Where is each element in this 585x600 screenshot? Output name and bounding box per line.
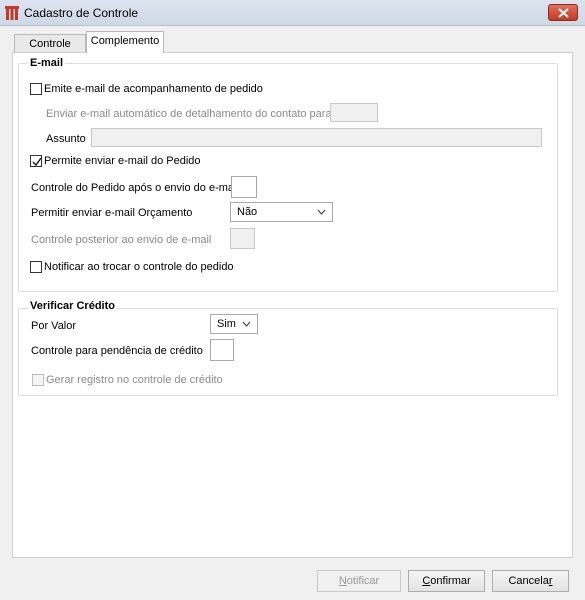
confirmar-button-rest: onfirmar [430,575,471,587]
email-group-legend: E-mail [28,57,66,69]
chevron-down-icon [317,209,326,215]
enviar-auto-field[interactable] [330,103,378,122]
title-bar: Cadastro de Controle [0,0,585,26]
por-valor-select[interactable]: Sim [210,314,258,334]
gerar-registro-checkbox[interactable] [32,374,44,386]
controle-posterior-label: Controle posterior ao envio de e-mail [31,234,212,246]
close-button[interactable] [548,4,578,21]
notificar-button[interactable]: Notificar [317,570,401,592]
tab-controle[interactable]: Controle [14,34,86,53]
credito-group-legend: Verificar Crédito [28,300,117,312]
assunto-field[interactable] [91,128,542,147]
notificar-label: Notificar ao trocar o controle do pedido [44,261,234,273]
por-valor-label: Por Valor [31,320,77,332]
app-icon [5,6,19,20]
cancelar-button-key: r [548,575,553,587]
emite-email-checkbox[interactable] [30,83,42,95]
controle-apos-field[interactable] [231,176,257,198]
permite-email-checkbox[interactable] [30,155,42,167]
permitir-orcamento-select[interactable]: Não [230,202,333,222]
permitir-orcamento-value: Não [237,206,258,218]
controle-apos-label: Controle do Pedido após o envio do e-mai… [31,182,239,194]
cancelar-button[interactable]: Cancelar [492,570,569,592]
checkmark-icon [32,157,42,167]
confirmar-button[interactable]: Confirmar [408,570,485,592]
close-icon [558,8,569,18]
permite-email-label: Permite enviar e-mail do Pedido [44,155,201,167]
por-valor-value: Sim [217,318,236,330]
notificar-button-key: N [338,575,347,587]
permitir-orcamento-label: Permitir enviar e-mail Orçamento [31,207,193,219]
gerar-registro-label: Gerar registro no controle de crédito [46,374,223,386]
controle-posterior-field[interactable] [230,228,255,249]
enviar-auto-label: Enviar e-mail automático de detalhamento… [46,108,332,120]
email-group [18,63,558,292]
assunto-label: Assunto [46,133,86,145]
notificar-button-rest: otificar [346,575,380,587]
controle-pendencia-field[interactable] [210,339,234,361]
window-title: Cadastro de Controle [24,6,139,20]
controle-pendencia-label: Controle para pendência de crédito [31,345,203,357]
tab-complemento[interactable]: Complemento [86,31,164,53]
chevron-down-icon [242,321,251,327]
notificar-checkbox[interactable] [30,261,42,273]
cancelar-button-prefix: Cancela [508,575,549,587]
emite-email-label: Emite e-mail de acompanhamento de pedido [44,83,263,95]
dialog-window: Cadastro de Controle Controle Complement… [0,0,585,600]
